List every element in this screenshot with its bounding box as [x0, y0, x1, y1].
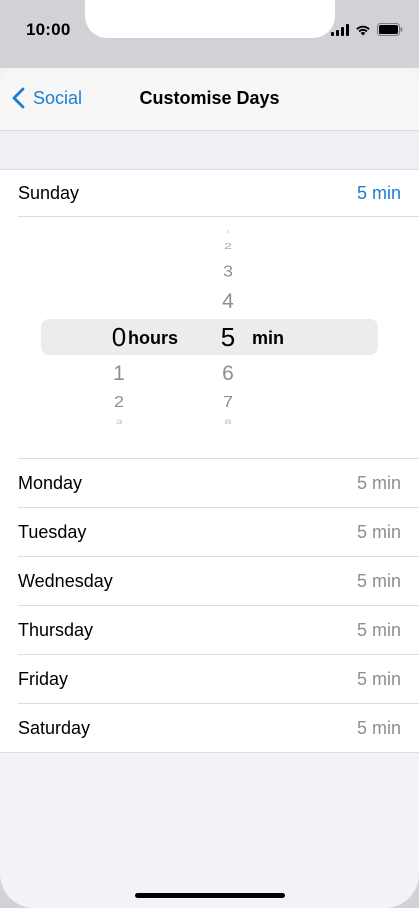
phone-frame: 10:00 Social Customise Days Sunday 5 min… — [0, 0, 419, 908]
screen: 10:00 Social Customise Days Sunday 5 min… — [0, 0, 419, 908]
day-label: Saturday — [18, 717, 91, 738]
day-value: 5 min — [356, 473, 401, 493]
minutes-option[interactable]: 8 — [213, 418, 243, 425]
day-row-saturday[interactable]: Saturday 5 min — [0, 704, 419, 752]
cellular-signal-icon — [331, 23, 349, 36]
day-row-wednesday[interactable]: Wednesday 5 min — [0, 557, 419, 606]
day-row-sunday[interactable]: Sunday 5 min — [0, 170, 419, 217]
hours-option[interactable]: 3 — [104, 418, 134, 425]
day-value: 5 min — [356, 522, 401, 542]
duration-picker[interactable]: 0 1 2 3 hours 1 2 3 4 5 6 7 8 min — [0, 217, 419, 459]
day-row-tuesday[interactable]: Tuesday 5 min — [0, 508, 419, 557]
hours-option[interactable]: 1 — [104, 363, 134, 384]
minutes-option[interactable]: 7 — [213, 394, 243, 409]
minutes-option[interactable]: 3 — [213, 263, 243, 279]
wifi-icon — [355, 24, 371, 36]
picker-selection-band — [41, 319, 378, 355]
status-icons — [331, 23, 403, 36]
navigation-bar: Social Customise Days — [0, 68, 419, 131]
day-row-friday[interactable]: Friday 5 min — [0, 655, 419, 704]
day-row-thursday[interactable]: Thursday 5 min — [0, 606, 419, 655]
notch — [85, 0, 335, 38]
minutes-option[interactable]: 6 — [213, 363, 243, 384]
section-spacer — [0, 131, 419, 169]
status-time: 10:00 — [26, 20, 71, 39]
minutes-selected: 5 — [220, 322, 236, 352]
hours-option[interactable]: 2 — [104, 394, 134, 409]
day-value: 5 min — [356, 669, 401, 689]
day-row-monday[interactable]: Monday 5 min — [0, 459, 419, 508]
status-bar: 10:00 — [0, 0, 419, 68]
minutes-option[interactable]: 2 — [213, 242, 243, 250]
day-label: Sunday — [18, 183, 80, 203]
day-value: 5 min — [356, 571, 401, 591]
day-label: Friday — [18, 669, 69, 689]
minutes-option[interactable]: 1 — [213, 230, 243, 234]
minutes-unit-label: min — [252, 328, 285, 348]
day-label: Thursday — [18, 620, 94, 640]
day-label: Tuesday — [18, 522, 87, 542]
days-list: Sunday 5 min 0 1 2 3 hours 1 2 3 4 5 6 7… — [0, 169, 419, 753]
battery-icon — [377, 23, 403, 36]
home-indicator[interactable] — [135, 893, 285, 898]
minutes-option[interactable]: 4 — [213, 291, 243, 312]
day-label: Wednesday — [18, 571, 113, 591]
day-value: 5 min — [356, 183, 401, 203]
page-title: Customise Days — [139, 88, 280, 108]
day-value: 5 min — [356, 717, 401, 738]
day-label: Monday — [18, 473, 83, 493]
day-value: 5 min — [356, 620, 401, 640]
hours-unit-label: hours — [128, 328, 179, 348]
